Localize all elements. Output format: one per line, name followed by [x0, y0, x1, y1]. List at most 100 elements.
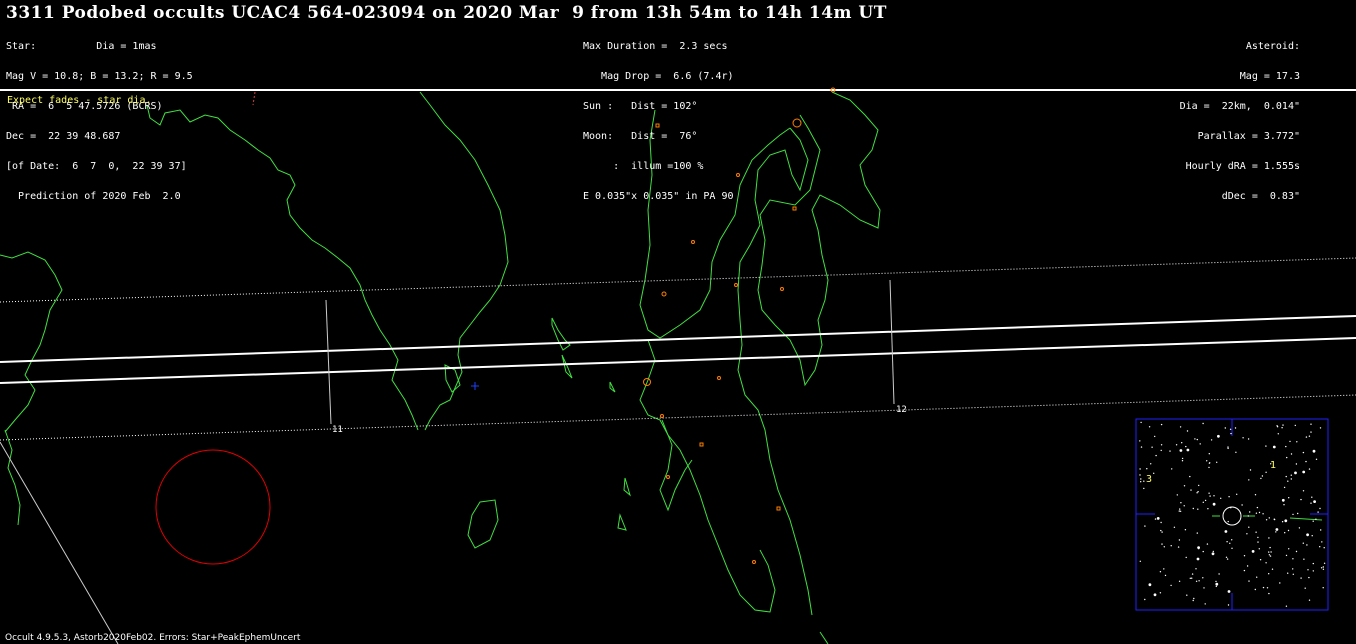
inset-star [1323, 562, 1326, 564]
inset-star [1255, 512, 1258, 514]
inset-star [1268, 517, 1271, 519]
outer-error-limits [0, 257, 1356, 441]
inset-star [1283, 486, 1286, 489]
inset-star [1156, 517, 1160, 520]
inset-star [1268, 554, 1271, 556]
time-ticks [325, 279, 895, 425]
star-line: Mag V = 10.8; B = 13.2; R = 9.5 [6, 71, 193, 82]
inset-star [1143, 480, 1145, 482]
inset-star [1178, 580, 1181, 582]
inset-star [1300, 577, 1302, 579]
inset-star [1321, 541, 1323, 543]
inset-star [1251, 550, 1255, 553]
inset-star [1295, 463, 1298, 465]
inset-star [1160, 423, 1163, 426]
inset-star [1177, 546, 1180, 548]
inset-star [1275, 531, 1277, 533]
red-tick [252, 91, 256, 106]
inset-star [1171, 468, 1173, 470]
inset-star [1248, 479, 1250, 481]
inset-star [1310, 423, 1312, 425]
inset-star [1302, 470, 1306, 474]
inset-star [1300, 498, 1302, 501]
inset-star [1153, 593, 1157, 597]
inset-star [1241, 504, 1243, 506]
inset-star [1320, 529, 1322, 531]
inset-star [1198, 484, 1200, 487]
inset-star [1294, 424, 1297, 427]
inset-star [1170, 584, 1172, 587]
inset-star [1288, 548, 1290, 550]
inset-star [1140, 446, 1143, 448]
inset-star [1154, 518, 1157, 520]
inset-star [1265, 562, 1267, 564]
fade-note: Expect fades - star dia. [7, 95, 152, 106]
inset-star [1317, 511, 1319, 513]
inset-star [1248, 526, 1250, 528]
inset-star [1284, 532, 1286, 534]
inset-star [1305, 460, 1307, 463]
inset-star [1284, 519, 1288, 523]
inset-star [1191, 577, 1193, 579]
inset-star [1210, 439, 1213, 441]
inset-star [1206, 543, 1209, 545]
inset-star [1235, 451, 1237, 453]
inset-star [1319, 427, 1322, 429]
star-chart-inset [1135, 418, 1329, 611]
inset-star [1312, 520, 1314, 522]
inset-star [1186, 594, 1188, 596]
inset-star [1283, 504, 1285, 506]
inset-star [1290, 453, 1293, 455]
inset-star [1231, 547, 1233, 549]
asteroid-line: Parallax = 3.772" [1197, 131, 1300, 142]
inset-star [1195, 580, 1198, 582]
inset-star [1308, 576, 1310, 579]
inset-star [1139, 474, 1141, 476]
inset-star [1202, 422, 1204, 425]
inset-star [1209, 495, 1211, 497]
inset-star [1272, 445, 1276, 449]
inset-star [1186, 430, 1189, 432]
inset-star [1285, 605, 1288, 607]
inset-star [1270, 551, 1272, 553]
inset-star [1311, 496, 1313, 498]
asteroid-line: Asteroid: [1245, 41, 1300, 52]
inset-star [1212, 502, 1216, 506]
diagonal-track [0, 441, 119, 644]
inset-star [1208, 462, 1211, 464]
star-line: [of Date: 6 7 0, 22 39 37] [6, 161, 187, 172]
inset-star [1160, 529, 1162, 532]
star-info: Star: Dia = 1mas Mag V = 10.8; B = 13.2;… [6, 22, 193, 212]
inset-star [1247, 515, 1250, 517]
inset-star [1243, 569, 1246, 572]
inset-star [1246, 533, 1248, 535]
inset-star [1292, 573, 1295, 575]
inset-star [1306, 544, 1308, 546]
inset-star [1181, 457, 1184, 460]
inset-star [1163, 568, 1165, 570]
inset-star [1262, 513, 1264, 515]
inset-star [1189, 475, 1191, 478]
inset-star [1315, 518, 1317, 520]
inset-star [1159, 592, 1162, 594]
inset-star [1227, 520, 1229, 523]
inset-star [1198, 580, 1200, 582]
inset-star [1161, 543, 1163, 545]
inset-star [1155, 454, 1157, 457]
inset-star [1179, 510, 1182, 512]
inset-star [1313, 500, 1316, 503]
inset-star [1224, 530, 1228, 533]
inset-star [1277, 433, 1280, 435]
footer-credits: Occult 4.9.5.3, Astorb2020Feb02. Errors:… [5, 633, 301, 643]
inset-star [1197, 508, 1199, 510]
inset-star [1139, 468, 1141, 470]
inset-star [1266, 587, 1269, 589]
inset-star [1281, 521, 1284, 523]
inset-star [1204, 499, 1207, 502]
inset-star [1315, 458, 1318, 460]
inset-star [1230, 507, 1232, 509]
event-line: Max Duration = 2.3 secs [583, 41, 728, 52]
asteroid-info: Asteroid: Mag = 17.3 Dia = 22km, 0.014" … [1180, 22, 1300, 212]
inset-star [1170, 545, 1172, 547]
inset-star [1208, 492, 1210, 494]
